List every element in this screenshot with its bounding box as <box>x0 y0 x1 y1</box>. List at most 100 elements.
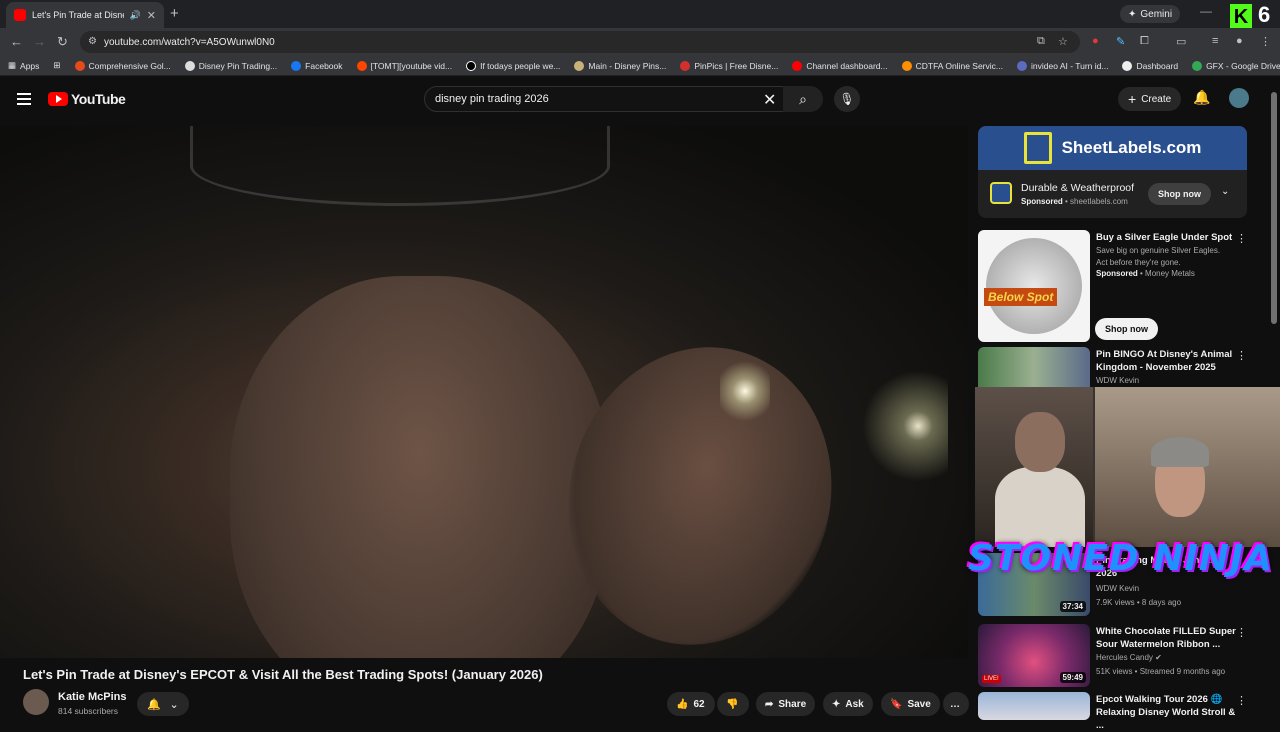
bookmark-item[interactable]: Facebook <box>291 60 343 71</box>
bookmark-star-icon[interactable]: ☆ <box>1058 35 1068 48</box>
bookmark-item[interactable]: If todays people we... <box>466 60 560 71</box>
rec-channel: WDW Kevin <box>1096 376 1140 385</box>
cast-icon[interactable]: ▭ <box>1176 35 1186 48</box>
clear-search-icon[interactable]: ✕ <box>763 90 776 110</box>
speaker-icon[interactable]: 🔊 <box>130 10 141 21</box>
chevron-down-icon[interactable]: ⌄ <box>1221 186 1229 197</box>
ask-button[interactable]: ✦ Ask <box>823 692 873 716</box>
more-options-icon[interactable]: ⋮ <box>1236 626 1247 639</box>
channel-name[interactable]: Katie McPins <box>58 691 126 703</box>
beanie-hat <box>1151 437 1209 467</box>
bell-icon: 🔔 <box>147 698 161 711</box>
bookmark-item[interactable]: ▦ Apps <box>8 60 39 71</box>
extensions-puzzle-icon[interactable]: ⧠ <box>1140 35 1149 48</box>
rec-title: Buy a Silver Eagle Under Spot <box>1096 232 1233 243</box>
drive-icon <box>1192 60 1203 71</box>
subscriber-count: 814 subscribers <box>58 706 119 716</box>
bookmark-icon <box>74 60 85 71</box>
youtube-play-icon <box>48 92 68 106</box>
rec-meta: 7.9K views • 8 days ago <box>1096 598 1182 607</box>
recommendation-item[interactable]: Epcot Walking Tour 2026 🌐 Relaxing Disne… <box>978 692 1248 731</box>
more-options-icon[interactable]: ⋮ <box>1236 232 1247 245</box>
hamburger-menu-icon[interactable] <box>17 93 31 108</box>
duration-badge: 59:49 <box>1059 672 1086 683</box>
bookmark-item[interactable]: CDTFA Online Servic... <box>901 60 1003 71</box>
extension-red-icon[interactable]: ● <box>1092 35 1099 47</box>
more-options-icon[interactable]: ⋮ <box>1236 349 1247 362</box>
chevron-down-icon: ⌄ <box>169 698 179 711</box>
mouse-ears-shape <box>190 126 610 206</box>
bookmark-item[interactable]: GFX - Google Drive <box>1192 60 1280 71</box>
bookmark-item[interactable]: [TOMT][youtube vid... <box>356 60 452 71</box>
silver-coin-thumbnail[interactable]: Below Spot <box>978 230 1090 342</box>
channel-avatar[interactable] <box>23 689 49 715</box>
more-actions-button[interactable]: … <box>943 692 969 716</box>
sponsored-ad-card[interactable]: SheetLabels.com Durable & Weatherproof S… <box>978 126 1247 218</box>
bookmark-icon: 🔖 <box>890 698 903 710</box>
browser-tab-strip: Let's Pin Trade at Disney's E 🔊 ✕ + ✦Gem… <box>0 0 1280 30</box>
search-input[interactable]: disney pin trading 2026 <box>424 86 784 112</box>
back-icon[interactable]: ← <box>10 34 23 49</box>
minimize-icon[interactable]: — <box>1200 4 1212 18</box>
rec-title: Epcot Walking Tour 2026 🌐 Relaxing Disne… <box>1096 694 1236 731</box>
below-spot-label: Below Spot <box>984 288 1058 306</box>
share-button[interactable]: ➦ Share <box>756 692 816 716</box>
rec-channel: Hercules Candy ✔ <box>1096 653 1162 662</box>
ad-shop-now-button[interactable]: Shop now <box>1148 183 1211 205</box>
ad-banner[interactable]: SheetLabels.com <box>978 126 1247 170</box>
reload-icon[interactable]: ↻ <box>57 34 68 50</box>
more-menu-icon[interactable]: ⋮ <box>1260 35 1271 48</box>
dislike-button[interactable]: 👎 <box>717 692 749 716</box>
sponsored-recommendation[interactable]: Below Spot Buy a Silver Eagle Under Spot… <box>978 230 1248 342</box>
logo-text: YouTube <box>71 91 126 107</box>
bookmark-icon <box>574 60 585 71</box>
create-button[interactable]: + Create <box>1118 87 1182 111</box>
recommendation-item[interactable]: LIVE! 59:49 White Chocolate FILLED Super… <box>978 624 1248 694</box>
kick-logo: K <box>1230 4 1252 30</box>
gemini-label: Gemini <box>1140 8 1173 20</box>
bookmark-item[interactable]: PinPics | Free Disne... <box>680 60 778 71</box>
new-tab-icon[interactable]: + <box>170 5 179 22</box>
install-icon[interactable]: ⧉ <box>1037 35 1045 48</box>
youtube-logo[interactable]: YouTube <box>48 91 126 107</box>
profile-icon[interactable]: ● <box>1236 35 1243 47</box>
save-button[interactable]: 🔖 Save <box>881 692 940 716</box>
page-scrollbar[interactable] <box>1271 92 1277 324</box>
tab-title: Let's Pin Trade at Disney's E <box>32 10 124 20</box>
account-avatar[interactable] <box>1229 88 1249 108</box>
bookmark-item[interactable]: Main - Disney Pins... <box>574 60 666 71</box>
search-button[interactable]: ⌕ <box>783 86 823 112</box>
browser-tab[interactable]: Let's Pin Trade at Disney's E 🔊 ✕ <box>6 2 164 28</box>
like-button[interactable]: 👍 62 <box>667 692 715 716</box>
youtube-icon <box>792 60 803 71</box>
video-player[interactable] <box>0 126 968 658</box>
bookmark-item[interactable]: Disney Pin Trading... <box>184 60 277 71</box>
site-info-icon[interactable]: ⚙ <box>88 36 97 47</box>
address-bar[interactable]: ⚙ youtube.com/watch?v=A5OWunwl0N0 <box>80 31 1080 53</box>
bookmark-item[interactable]: Channel dashboard... <box>792 60 888 71</box>
bookmarks-bar: ▦ Apps ⊞ Comprehensive Gol... Disney Pin … <box>0 56 1280 76</box>
apps-grid-icon: ▦ <box>8 60 17 70</box>
close-tab-icon[interactable]: ✕ <box>147 9 156 22</box>
sparkle-icon: ✦ <box>832 698 841 710</box>
subscription-bell-button[interactable]: 🔔 ⌄ <box>137 692 189 716</box>
bookmark-item[interactable]: ⊞ <box>53 60 60 71</box>
reading-list-icon[interactable]: ≡ <box>1212 35 1218 47</box>
more-options-icon[interactable]: ⋮ <box>1236 694 1247 707</box>
tiktok-icon <box>466 60 477 71</box>
gemini-button[interactable]: ✦ Gemini <box>1120 5 1181 23</box>
forward-icon[interactable]: → <box>33 34 46 49</box>
shop-now-button[interactable]: Shop now <box>1095 318 1158 340</box>
voice-search-button[interactable]: 🎙 <box>834 86 860 112</box>
notifications-bell-icon[interactable]: 🔔 <box>1193 89 1210 106</box>
candy-thumbnail[interactable]: LIVE! 59:49 <box>978 624 1090 687</box>
epcot-thumbnail[interactable] <box>978 692 1090 720</box>
search-icon: ⌕ <box>799 90 807 107</box>
bookmark-item[interactable]: Dashboard <box>1122 60 1178 71</box>
bookmark-item[interactable]: Comprehensive Gol... <box>74 60 171 71</box>
person-head <box>1015 412 1065 472</box>
verified-icon: ✔ <box>1155 653 1162 662</box>
bookmark-item[interactable]: invideo AI - Turn id... <box>1016 60 1108 71</box>
extension-blue-icon[interactable]: ✎ <box>1116 35 1125 48</box>
rec-title: Pin BINGO At Disney's Animal Kingdom - N… <box>1096 349 1233 373</box>
